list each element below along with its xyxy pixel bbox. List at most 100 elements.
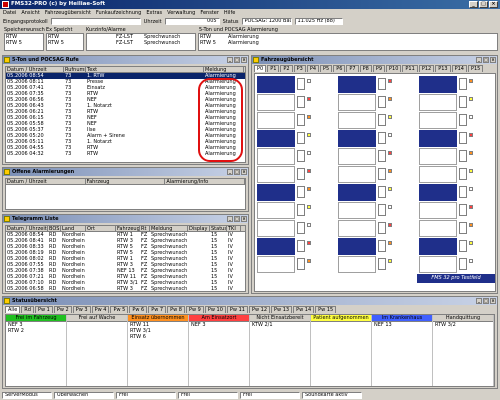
- vehicle-tile[interactable]: [257, 94, 295, 111]
- vehicle-tile[interactable]: [419, 238, 457, 255]
- panel-max-button[interactable]: □: [483, 298, 489, 304]
- vehicle-tile[interactable]: [419, 130, 457, 147]
- tab-p0[interactable]: P0: [254, 65, 267, 72]
- vehicle-tile[interactable]: [257, 130, 295, 147]
- panel-close-button[interactable]: ×: [241, 57, 247, 63]
- status-tab[interactable]: Pw 13: [271, 306, 293, 313]
- panel-min-button[interactable]: _: [227, 216, 233, 222]
- status-tab[interactable]: Pw 4: [91, 306, 110, 313]
- tab-p4[interactable]: P4: [306, 65, 320, 72]
- vehicle-tile[interactable]: [257, 256, 295, 273]
- status-column-header[interactable]: Im Krankenhaus: [372, 315, 432, 322]
- maximize-button[interactable]: □: [479, 1, 488, 8]
- col-datum[interactable]: Datum / Uhrzeit: [6, 179, 86, 184]
- telegramm-table[interactable]: Datum / Uhrzeit BOS Land Ort Fahrzeug Rt…: [5, 225, 246, 292]
- status-column-header[interactable]: Frei im Fahrzeug: [6, 315, 66, 322]
- vehicle-tile[interactable]: [338, 256, 376, 273]
- vehicle-tile[interactable]: [257, 148, 295, 165]
- vehicle-tile[interactable]: [338, 148, 376, 165]
- panel-max-button[interactable]: □: [234, 216, 240, 222]
- panel-min-button[interactable]: _: [227, 169, 233, 175]
- vehicle-tile[interactable]: [419, 76, 457, 93]
- col-meldung[interactable]: Meldung: [150, 226, 188, 231]
- vehicle-tile[interactable]: [419, 202, 457, 219]
- col-fahrzeug[interactable]: Fahrzeug: [116, 226, 140, 231]
- vehicle-tile[interactable]: [419, 184, 457, 201]
- status-tab[interactable]: Pw 12: [248, 306, 270, 313]
- panel-close-button[interactable]: ×: [490, 57, 496, 63]
- menu-verwaltung[interactable]: Verwaltung: [167, 9, 195, 17]
- status-tab[interactable]: Pw 5: [110, 306, 129, 313]
- col-meldung[interactable]: Meldung: [204, 67, 244, 72]
- col-datum[interactable]: Datum / Uhrzeit: [6, 226, 48, 231]
- status-tab[interactable]: Pw 8: [167, 306, 185, 313]
- tab-p13[interactable]: P13: [435, 65, 451, 72]
- status-list-item[interactable]: NEF 13: [372, 322, 432, 328]
- vehicle-tile[interactable]: [419, 220, 457, 237]
- status-tab[interactable]: Pw 1: [34, 306, 53, 313]
- tab-p8[interactable]: P8: [359, 65, 372, 72]
- status-column-header[interactable]: Am Einsatzort: [189, 315, 249, 322]
- tab-p11[interactable]: P11: [402, 65, 418, 72]
- vehicle-tile[interactable]: [257, 184, 295, 201]
- vehicle-tile[interactable]: [257, 238, 295, 255]
- menu-ansicht[interactable]: Ansicht: [21, 9, 39, 17]
- menu-hilfe[interactable]: Hilfe: [224, 9, 235, 17]
- status-tab[interactable]: Pw 14: [293, 306, 315, 313]
- status-list-item[interactable]: KTW 2/1: [250, 322, 310, 328]
- status-list-item[interactable]: RTW 2: [6, 328, 66, 334]
- status-tab[interactable]: Pw 3: [72, 306, 91, 313]
- tab-p15[interactable]: P15: [467, 65, 484, 72]
- status-tab[interactable]: Pw 9: [185, 306, 204, 313]
- col-tki[interactable]: TKI: [227, 226, 241, 231]
- col-bos[interactable]: BOS: [48, 226, 61, 231]
- vehicle-tile[interactable]: [338, 130, 376, 147]
- menu-funkaufzeichnung[interactable]: Funkaufzeichnung: [96, 9, 141, 17]
- panel-max-button[interactable]: □: [234, 169, 240, 175]
- status-tab[interactable]: Pw 6: [129, 306, 148, 313]
- tab-p14[interactable]: P14: [451, 65, 467, 72]
- menu-fenster[interactable]: Fenster: [200, 9, 219, 17]
- tab-p1[interactable]: P1: [267, 65, 280, 72]
- col-ort[interactable]: Ort: [86, 226, 116, 231]
- vehicle-tile[interactable]: [257, 166, 295, 183]
- vehicle-tile[interactable]: [419, 112, 457, 129]
- panel-close-button[interactable]: ×: [241, 169, 247, 175]
- tab-p12[interactable]: P12: [418, 65, 435, 72]
- menu-datei[interactable]: Datei: [3, 9, 16, 17]
- kurzinfo-list[interactable]: FZ-LST Sprechwunsch FZ-LST Sprechwunsch: [86, 33, 196, 51]
- tab-p7[interactable]: P7: [346, 65, 359, 72]
- tab-p3[interactable]: P3: [293, 65, 306, 72]
- tab-p9[interactable]: P9: [372, 65, 386, 72]
- tab-p2[interactable]: P2: [280, 65, 293, 72]
- status-list-item[interactable]: RTW 6: [128, 334, 188, 340]
- col-display[interactable]: Display: [188, 226, 210, 231]
- status-list-item[interactable]: RTW 3/2: [433, 322, 493, 328]
- vehicle-tile[interactable]: [338, 220, 376, 237]
- status-column-header[interactable]: Frei auf Wache: [67, 315, 127, 322]
- vehicle-tile[interactable]: [257, 112, 295, 129]
- vehicle-tile[interactable]: [419, 94, 457, 111]
- col-alarmierung[interactable]: Alarmierung/Info: [165, 179, 245, 184]
- vehicle-tile[interactable]: [419, 148, 457, 165]
- panel-min-button[interactable]: _: [476, 57, 482, 63]
- speicherwunsch-list[interactable]: RTW RTW 5: [4, 33, 44, 51]
- vehicle-tile[interactable]: [257, 220, 295, 237]
- status-tab[interactable]: Pw 10: [204, 306, 226, 313]
- col-fahrzeug[interactable]: Fahrzeug: [86, 179, 166, 184]
- table-row[interactable]: 05.2006 06:58 RD Nordhein RTW 3 FZ Sprechwuns…: [6, 286, 245, 291]
- status-column-header[interactable]: Handquittung: [433, 315, 493, 322]
- vehicle-tile[interactable]: [338, 184, 376, 201]
- vehicle-tile[interactable]: [338, 238, 376, 255]
- col-status[interactable]: Status: [210, 226, 227, 231]
- vehicle-tile[interactable]: [338, 112, 376, 129]
- offene-table[interactable]: Datum / Uhrzeit Fahrzeug Alarmierung/Inf…: [5, 178, 246, 210]
- menu-fahrzeuguebersicht[interactable]: Fahrzeugübersicht: [45, 9, 91, 17]
- col-rufnummer[interactable]: Rufnummer: [64, 67, 86, 72]
- funk-alarm-list[interactable]: RTW Alarmierung RTW 5 Alarmierung: [198, 33, 498, 51]
- status-tab[interactable]: Pw 7: [148, 306, 167, 313]
- menu-extras[interactable]: Extras: [146, 9, 162, 17]
- panel-close-button[interactable]: ×: [241, 216, 247, 222]
- status-tab[interactable]: Pw 15: [315, 306, 337, 313]
- status-tab[interactable]: Alle: [5, 306, 21, 313]
